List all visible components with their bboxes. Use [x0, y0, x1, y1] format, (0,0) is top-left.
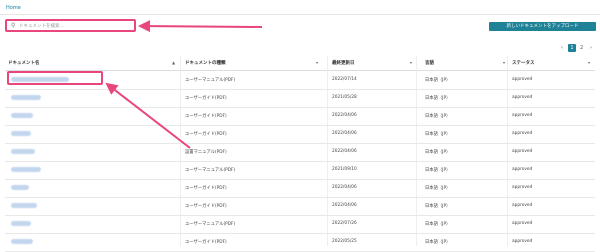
- annotation-arrows: [105, 20, 263, 149]
- arrow-to-first-row: [105, 82, 191, 149]
- arrow-to-search: [138, 20, 263, 33]
